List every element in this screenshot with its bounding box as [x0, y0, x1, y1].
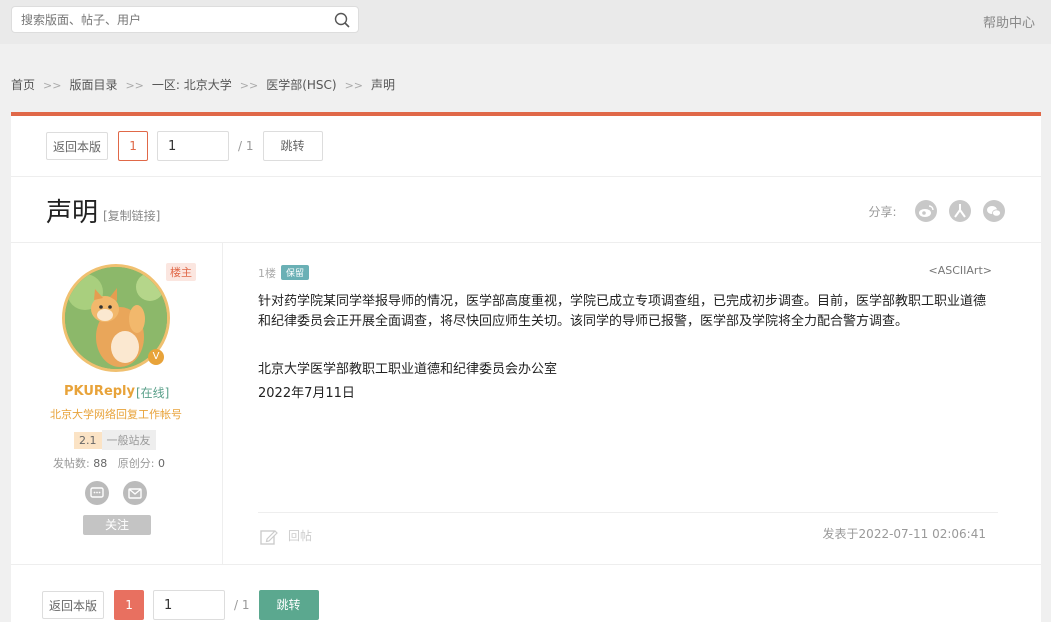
- post-signature-org: 北京大学医学部教职工职业道德和纪律委员会办公室: [258, 362, 558, 377]
- message-icon[interactable]: [85, 481, 109, 505]
- breadcrumb-current: 声明: [371, 78, 396, 92]
- share-label: 分享:: [868, 204, 897, 219]
- breadcrumb-separator: >>: [43, 79, 62, 92]
- online-status: [在线]: [136, 386, 170, 400]
- page-number-current[interactable]: 1: [114, 590, 145, 620]
- post-timestamp: 发表于2022-07-11 02:06:41: [822, 527, 986, 541]
- jump-button[interactable]: 跳转: [262, 131, 323, 161]
- column-divider: [222, 242, 223, 564]
- level-title: 一般站友: [101, 430, 156, 450]
- author-level: 2.1 一般站友: [74, 430, 156, 450]
- page-jump-input[interactable]: [157, 131, 230, 161]
- jump-button[interactable]: 跳转: [258, 590, 319, 620]
- post-paragraph: 针对药学院某同学举报导师的情况，医学部高度重视，学院已成立专项调查组，已完成初步…: [258, 294, 987, 329]
- thread-owner-badge: 楼主: [166, 263, 196, 281]
- breadcrumb-board-directory[interactable]: 版面目录: [69, 78, 117, 92]
- top-bar: 帮助中心: [0, 0, 1051, 44]
- breadcrumb: 首页 >> 版面目录 >> 一区: 北京大学 >> 医学部(HSC) >> 声明: [11, 76, 395, 93]
- breadcrumb-separator: >>: [344, 79, 364, 92]
- divider: [11, 242, 1041, 243]
- floor-number: 1楼: [258, 267, 276, 280]
- posts-label: 发帖数:: [53, 457, 90, 470]
- breadcrumb-zone[interactable]: 一区: 北京大学: [152, 78, 232, 92]
- weibo-icon[interactable]: [914, 200, 937, 222]
- bottom-pager: 返回本版 1 / 1 跳转: [42, 590, 319, 620]
- back-to-board-button[interactable]: 返回本版: [46, 132, 109, 160]
- post-body: 针对药学院某同学举报导师的情况，医学部高度重视，学院已成立专项调查组，已完成初步…: [258, 292, 998, 404]
- keep-tag: 保留: [281, 265, 310, 280]
- divider: [11, 176, 1041, 177]
- back-to-board-button[interactable]: 返回本版: [42, 591, 105, 619]
- search-box: [11, 6, 359, 33]
- divider: [11, 564, 1041, 565]
- mail-icon[interactable]: [123, 481, 147, 505]
- author-name[interactable]: PKUReply: [64, 384, 135, 399]
- original-score-label: 原创分:: [117, 457, 155, 470]
- renren-icon[interactable]: [948, 200, 971, 222]
- share-bar: 分享:: [869, 200, 1005, 222]
- reply-button[interactable]: 回帖: [260, 527, 312, 546]
- reply-label: 回帖: [288, 529, 313, 543]
- follow-button[interactable]: 关注: [83, 515, 151, 535]
- search-icon[interactable]: [334, 12, 350, 28]
- author-stats: 发帖数: 88 原创分: 0: [53, 455, 165, 471]
- edit-icon: [260, 529, 278, 545]
- wechat-icon[interactable]: [983, 200, 1005, 222]
- page-total: / 1: [238, 139, 254, 153]
- thread-panel: 返回本版 1 / 1 跳转 声明 [复制链接] 分享:: [11, 112, 1041, 622]
- posts-count: 88: [93, 457, 108, 470]
- level-number: 2.1: [74, 432, 102, 449]
- breadcrumb-home[interactable]: 首页: [11, 78, 35, 92]
- author-subtitle: 北京大学网络回复工作帐号: [50, 408, 182, 421]
- post-title: 声明: [46, 198, 99, 228]
- help-center-link[interactable]: 帮助中心: [983, 12, 1035, 31]
- page-total: / 1: [234, 598, 250, 612]
- copy-link-button[interactable]: [复制链接]: [103, 207, 160, 224]
- breadcrumb-board[interactable]: 医学部(HSC): [266, 78, 336, 92]
- original-score: 0: [157, 457, 165, 470]
- search-input[interactable]: [21, 11, 321, 29]
- breadcrumb-separator: >>: [239, 79, 259, 92]
- verified-badge: V: [148, 349, 164, 365]
- ascii-art-toggle[interactable]: <ASCIIArt>: [929, 264, 992, 277]
- page-number-current[interactable]: 1: [118, 131, 149, 161]
- top-pager: 返回本版 1 / 1 跳转: [46, 131, 323, 161]
- post-signature-date: 2022年7月11日: [258, 386, 355, 401]
- breadcrumb-separator: >>: [125, 79, 144, 92]
- page-jump-input[interactable]: [153, 590, 226, 620]
- divider: [258, 512, 998, 513]
